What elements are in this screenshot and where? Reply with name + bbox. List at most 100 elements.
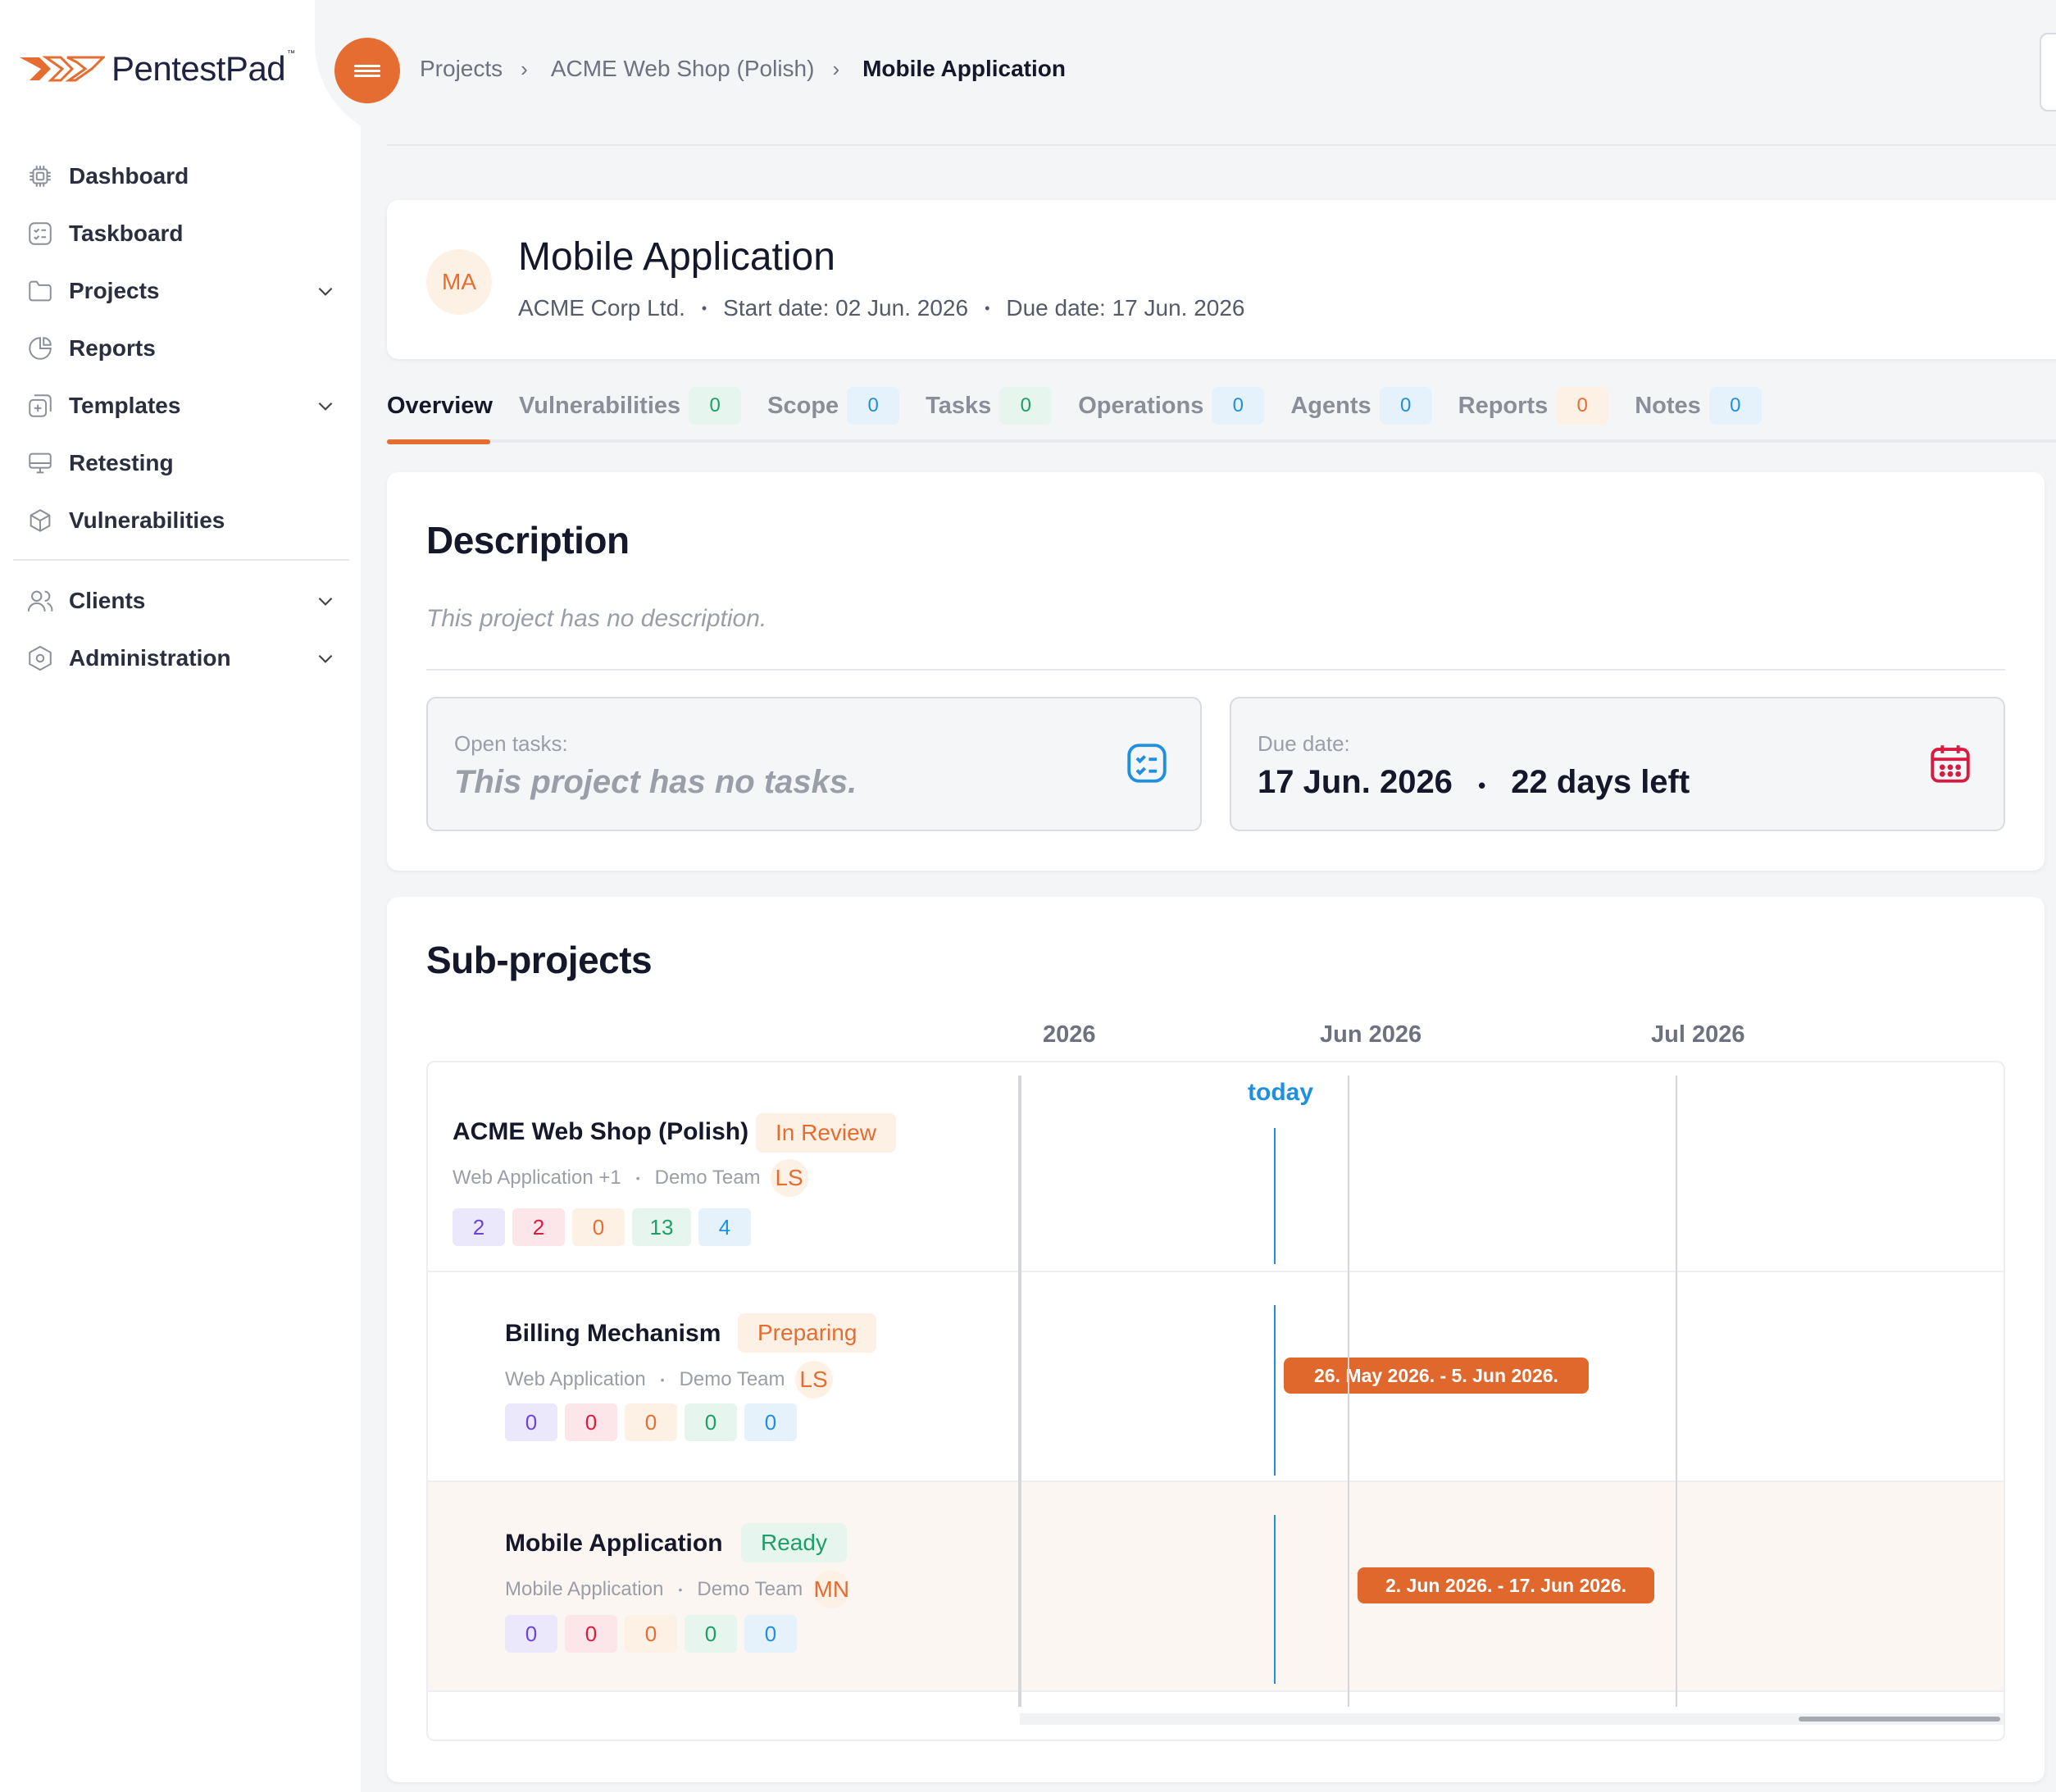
sidebar-item-dashboard[interactable]: Dashboard [13, 148, 349, 205]
timeline-bar[interactable]: 2. Jun 2026. - 17. Jun 2026. [1358, 1567, 1654, 1603]
brand-tm: ™ [287, 49, 296, 58]
status-badge: Preparing [738, 1313, 877, 1353]
project-avatar: MA [426, 249, 492, 315]
subproject-type: Web Application [505, 1368, 646, 1390]
tab-agents[interactable]: Agents 0 [1290, 385, 1432, 426]
count-critical: 0 [505, 1615, 557, 1653]
subproject-row-current[interactable]: Mobile Application Ready Mobile Applicat… [428, 1482, 2004, 1692]
today-line [1274, 1128, 1276, 1264]
monitor-icon [29, 453, 52, 474]
sidebar-item-label: Reports [69, 335, 156, 361]
sidebar-divider [13, 559, 349, 561]
timeline-bar[interactable]: 26. May 2026. - 5. Jun 2026. [1284, 1358, 1589, 1394]
meta-separator: • [701, 299, 707, 316]
severity-counts: 2 2 0 13 4 [453, 1208, 758, 1246]
menu-toggle-button[interactable] [334, 38, 400, 103]
tab-count-badge: 0 [1212, 387, 1265, 425]
subproject-type: Web Application +1 [453, 1167, 621, 1189]
tab-label: Notes [1635, 392, 1701, 419]
subproject-name[interactable]: ACME Web Shop (Polish) [453, 1118, 748, 1146]
pie-chart-icon [29, 337, 52, 360]
sidebar-item-vulnerabilities[interactable]: Vulnerabilities [13, 492, 349, 549]
taskboard-icon [29, 222, 52, 245]
breadcrumb-projects-link[interactable]: Projects [420, 56, 503, 82]
project-tabs: Overview Vulnerabilities 0 Scope 0 Tasks… [387, 385, 1788, 426]
open-tasks-label: Open tasks: [454, 731, 568, 756]
subprojects-gantt: ACME Web Shop (Polish) In Review Web App… [426, 1061, 2005, 1741]
timeline-scrollbar-thumb[interactable] [1799, 1717, 2000, 1722]
due-date-label: Due date: [1258, 731, 1350, 756]
calendar-icon [1931, 745, 1970, 783]
count-medium: 0 [625, 1403, 677, 1441]
due-separator: • [1478, 773, 1486, 798]
templates-icon [29, 394, 52, 417]
sidebar: PentestPad ™ Dashboard Taskboard Project… [0, 0, 361, 1792]
pentestpad-logo-icon [20, 56, 105, 82]
brand-logo[interactable]: PentestPad ™ [18, 49, 295, 89]
due-date-box: Due date: 17 Jun. 2026 • 22 days left [1230, 697, 2005, 831]
subproject-team: Demo Team [654, 1167, 761, 1189]
sidebar-item-reports[interactable]: Reports [13, 320, 349, 377]
description-title: Description [426, 519, 630, 562]
count-info: 0 [744, 1403, 797, 1441]
breadcrumb-current: Mobile Application [862, 56, 1066, 81]
sidebar-item-administration[interactable]: Administration [13, 630, 349, 687]
sidebar-item-clients[interactable]: Clients [13, 572, 349, 630]
folder-icon [29, 280, 52, 302]
cube-icon [30, 509, 51, 532]
meta-separator: • [985, 299, 990, 316]
tab-overview[interactable]: Overview [387, 385, 493, 426]
tab-vulnerabilities[interactable]: Vulnerabilities 0 [519, 385, 742, 426]
sidebar-item-projects[interactable]: Projects [13, 262, 349, 320]
chevron-down-icon[interactable] [315, 280, 336, 302]
timeline-gridline [1348, 1076, 1349, 1707]
subproject-meta: Mobile Application • Demo Team MN [505, 1571, 851, 1608]
assignee-avatar: LS [770, 1159, 808, 1197]
count-low: 0 [685, 1403, 737, 1441]
today-label: today [1248, 1079, 1314, 1106]
count-high: 0 [565, 1615, 617, 1653]
today-line [1274, 1305, 1276, 1476]
subproject-row[interactable]: ACME Web Shop (Polish) In Review Web App… [428, 1062, 2004, 1272]
open-tasks-box: Open tasks: This project has no tasks. [426, 697, 1202, 831]
subproject-type: Mobile Application [505, 1578, 664, 1600]
assignee-avatar: LS [794, 1361, 833, 1399]
sidebar-item-label: Clients [69, 588, 146, 613]
hexagon-settings-icon [29, 645, 52, 671]
subprojects-title: Sub-projects [426, 939, 653, 981]
tab-tasks[interactable]: Tasks 0 [926, 385, 1053, 426]
tab-scope[interactable]: Scope 0 [767, 385, 900, 426]
sidebar-item-label: Templates [69, 393, 181, 418]
count-info: 4 [698, 1208, 751, 1246]
subproject-name[interactable]: Mobile Application [505, 1530, 723, 1558]
tab-count-badge: 0 [999, 387, 1053, 425]
sidebar-item-label: Dashboard [69, 163, 189, 189]
chevron-down-icon[interactable] [315, 395, 336, 416]
subproject-name[interactable]: Billing Mechanism [505, 1320, 721, 1348]
project-start-date: Start date: 02 Jun. 2026 [723, 295, 969, 321]
sidebar-item-templates[interactable]: Templates [13, 377, 349, 434]
tab-operations[interactable]: Operations 0 [1078, 385, 1265, 426]
subproject-row[interactable]: Billing Mechanism Preparing Web Applicat… [428, 1272, 2004, 1482]
breadcrumb: Projects › ACME Web Shop (Polish) › Mobi… [420, 56, 1066, 82]
tab-notes[interactable]: Notes 0 [1635, 385, 1762, 426]
subproject-team: Demo Team [697, 1578, 803, 1600]
subproject-meta: Web Application +1 • Demo Team LS [453, 1159, 808, 1197]
count-low: 13 [632, 1208, 691, 1246]
tab-active-indicator [387, 439, 490, 444]
sidebar-nav: Dashboard Taskboard Projects Reports Tem… [13, 148, 349, 687]
chevron-down-icon[interactable] [315, 648, 336, 669]
sidebar-item-taskboard[interactable]: Taskboard [13, 205, 349, 262]
tab-count-badge: 0 [1708, 387, 1762, 425]
sidebar-item-label: Administration [69, 645, 231, 671]
breadcrumb-parent-link[interactable]: ACME Web Shop (Polish) [551, 56, 815, 82]
tab-label: Overview [387, 392, 493, 419]
users-icon [27, 590, 53, 612]
project-meta: ACME Corp Ltd. • Start date: 02 Jun. 202… [518, 295, 1245, 321]
sidebar-item-retesting[interactable]: Retesting [13, 434, 349, 492]
top-right-control[interactable] [2040, 33, 2056, 111]
tabs-underline [387, 439, 2056, 443]
chevron-down-icon[interactable] [315, 590, 336, 612]
count-low: 0 [685, 1615, 737, 1653]
tab-reports[interactable]: Reports 0 [1458, 385, 1609, 426]
